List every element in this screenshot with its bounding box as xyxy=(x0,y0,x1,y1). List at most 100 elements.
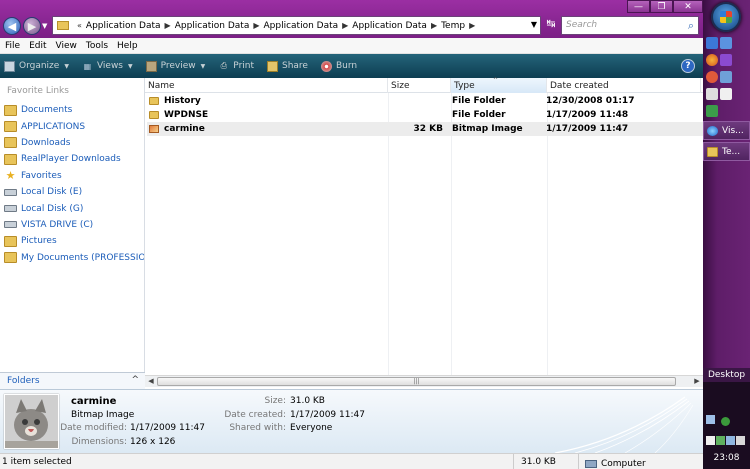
quicklaunch-icon[interactable] xyxy=(706,105,718,117)
scrollbar-thumb[interactable]: ||| xyxy=(157,377,676,386)
forward-button[interactable]: ▶ xyxy=(23,17,41,35)
menu-view[interactable]: View xyxy=(56,38,77,53)
back-button[interactable]: ◀ xyxy=(3,17,21,35)
tray-icon[interactable] xyxy=(706,415,715,424)
sidebar-item-local-disk-e[interactable]: Local Disk (E) xyxy=(0,184,144,200)
recent-pages-dropdown[interactable]: ▼ xyxy=(42,22,47,30)
network-icon[interactable] xyxy=(726,436,735,445)
folders-toggle[interactable]: Folders ^ xyxy=(0,372,145,389)
sidebar-item-favorites[interactable]: ★ Favorites xyxy=(0,168,144,184)
quicklaunch-icon[interactable] xyxy=(706,88,718,100)
file-type: Bitmap Image xyxy=(452,124,523,134)
sidebar-item-applications[interactable]: APPLICATIONS xyxy=(0,118,144,134)
print-button[interactable]: ⎙ Print xyxy=(218,61,254,72)
window-controls: — ❐ ✕ xyxy=(627,0,703,14)
breadcrumb-item[interactable]: Application Data xyxy=(352,21,427,31)
taskbar-button-temp[interactable]: Te... xyxy=(703,142,750,161)
file-row-wpdnse[interactable]: WPDNSE File Folder 1/17/2009 11:48 xyxy=(147,108,703,122)
sidebar-item-label: Pictures xyxy=(21,236,57,247)
breadcrumb-item[interactable]: Application Data xyxy=(175,21,250,31)
refresh-icon: ↹ xyxy=(546,17,556,30)
breadcrumb-separator-icon[interactable]: ▶ xyxy=(342,21,348,30)
sidebar-item-vista-drive-c[interactable]: VISTA DRIVE (C) xyxy=(0,217,144,233)
firefox-icon[interactable] xyxy=(706,54,718,66)
menu-help[interactable]: Help xyxy=(117,38,138,53)
sidebar-item-realplayer-downloads[interactable]: RealPlayer Downloads xyxy=(0,151,144,167)
quicklaunch-icon[interactable] xyxy=(720,54,732,66)
date-modified-value: 1/17/2009 11:47 xyxy=(130,423,205,433)
quicklaunch-icon[interactable] xyxy=(720,71,732,83)
help-button[interactable]: ? xyxy=(681,59,695,73)
share-button[interactable]: Share xyxy=(267,60,308,72)
address-dropdown-icon[interactable]: ▼ xyxy=(531,20,537,29)
address-chevron[interactable]: « xyxy=(77,21,82,30)
start-button[interactable] xyxy=(711,2,741,32)
minimize-button[interactable]: — xyxy=(627,0,650,13)
computer-icon xyxy=(585,459,597,468)
search-input[interactable]: Search ⌕ xyxy=(561,16,699,35)
menu-edit[interactable]: Edit xyxy=(29,38,46,53)
sidebar-item-pictures[interactable]: Pictures xyxy=(0,233,144,249)
details-file-name: carmine xyxy=(71,396,117,407)
search-icon[interactable]: ⌕ xyxy=(688,19,694,33)
column-header-name[interactable]: Name xyxy=(145,78,388,93)
taskbar-button-ie[interactable]: Vis... xyxy=(703,121,750,140)
breadcrumb-item[interactable]: Application Data xyxy=(264,21,339,31)
quicklaunch-icon[interactable] xyxy=(720,88,732,100)
disc-icon xyxy=(320,60,332,72)
sidebar-item-label: Favorites xyxy=(21,170,62,181)
menu-file[interactable]: File xyxy=(5,38,20,53)
tray-icon[interactable] xyxy=(721,417,730,426)
folder-icon xyxy=(4,252,17,264)
breadcrumb-item[interactable]: Temp xyxy=(441,21,465,31)
scroll-left-icon[interactable]: ◀ xyxy=(145,377,157,387)
column-header-date-created[interactable]: Date created xyxy=(547,78,701,93)
volume-icon[interactable] xyxy=(736,436,745,445)
scroll-right-icon[interactable]: ▶ xyxy=(691,377,703,387)
file-row-history[interactable]: History File Folder 12/30/2008 01:17 xyxy=(147,94,703,108)
folder-icon xyxy=(4,137,17,149)
taskbar-clock[interactable]: 23:08 xyxy=(703,453,750,463)
menu-tools[interactable]: Tools xyxy=(86,38,108,53)
tray-icon[interactable] xyxy=(706,436,715,445)
chevron-up-icon[interactable]: ^ xyxy=(131,375,139,385)
column-header-type-label: Type xyxy=(454,81,475,91)
breadcrumb-separator-icon[interactable]: ▶ xyxy=(165,21,171,30)
share-icon xyxy=(267,60,278,72)
close-button[interactable]: ✕ xyxy=(673,0,703,13)
breadcrumb-separator-icon[interactable]: ▶ xyxy=(469,21,475,30)
shared-with-label: Shared with: xyxy=(229,423,286,433)
breadcrumb-separator-icon[interactable]: ▶ xyxy=(431,21,437,30)
sidebar-item-documents[interactable]: Documents xyxy=(0,102,144,118)
status-selection: 1 item selected xyxy=(2,457,72,467)
status-location: Computer xyxy=(578,454,703,469)
breadcrumb-separator-icon[interactable]: ▶ xyxy=(253,21,259,30)
file-thumbnail xyxy=(4,394,59,449)
show-desktop-button[interactable]: Desktop xyxy=(703,368,750,382)
sidebar-item-downloads[interactable]: Downloads xyxy=(0,135,144,151)
tray-icon[interactable] xyxy=(716,436,725,445)
sidebar-item-my-documents[interactable]: My Documents (PROFESSIO... xyxy=(0,250,144,266)
burn-button[interactable]: Burn xyxy=(320,60,357,72)
address-bar[interactable]: « Application Data ▶ Application Data ▶ Ap… xyxy=(52,16,541,35)
file-row-carmine[interactable]: carmine 32 KB Bitmap Image 1/17/2009 11:… xyxy=(147,122,703,136)
file-name: carmine xyxy=(164,124,205,134)
maximize-button[interactable]: ❐ xyxy=(650,0,673,13)
quicklaunch-desktop-icon[interactable] xyxy=(706,37,718,49)
column-header-type[interactable]: ^ Type xyxy=(451,77,547,93)
quicklaunch-icon[interactable] xyxy=(706,71,718,83)
views-button[interactable]: ▦ Views ▼ xyxy=(82,61,133,72)
column-header-size[interactable]: Size xyxy=(388,78,451,93)
drive-icon xyxy=(4,205,17,213)
organize-button[interactable]: Organize ▼ xyxy=(4,60,69,72)
menu-bar: File Edit View Tools Help xyxy=(0,38,703,54)
sidebar-item-label: Documents xyxy=(21,105,73,116)
preview-button[interactable]: Preview ▼ xyxy=(145,60,205,72)
quicklaunch-switch-windows-icon[interactable] xyxy=(720,37,732,49)
taskbar-button-label: Vis... xyxy=(722,125,744,136)
refresh-button[interactable]: ↹ xyxy=(544,17,558,34)
decorative-swoosh xyxy=(555,396,694,453)
breadcrumb-item[interactable]: Application Data xyxy=(86,21,161,31)
sidebar-item-local-disk-g[interactable]: Local Disk (G) xyxy=(0,200,144,216)
horizontal-scrollbar[interactable]: ◀ ||| ▶ xyxy=(145,375,703,387)
